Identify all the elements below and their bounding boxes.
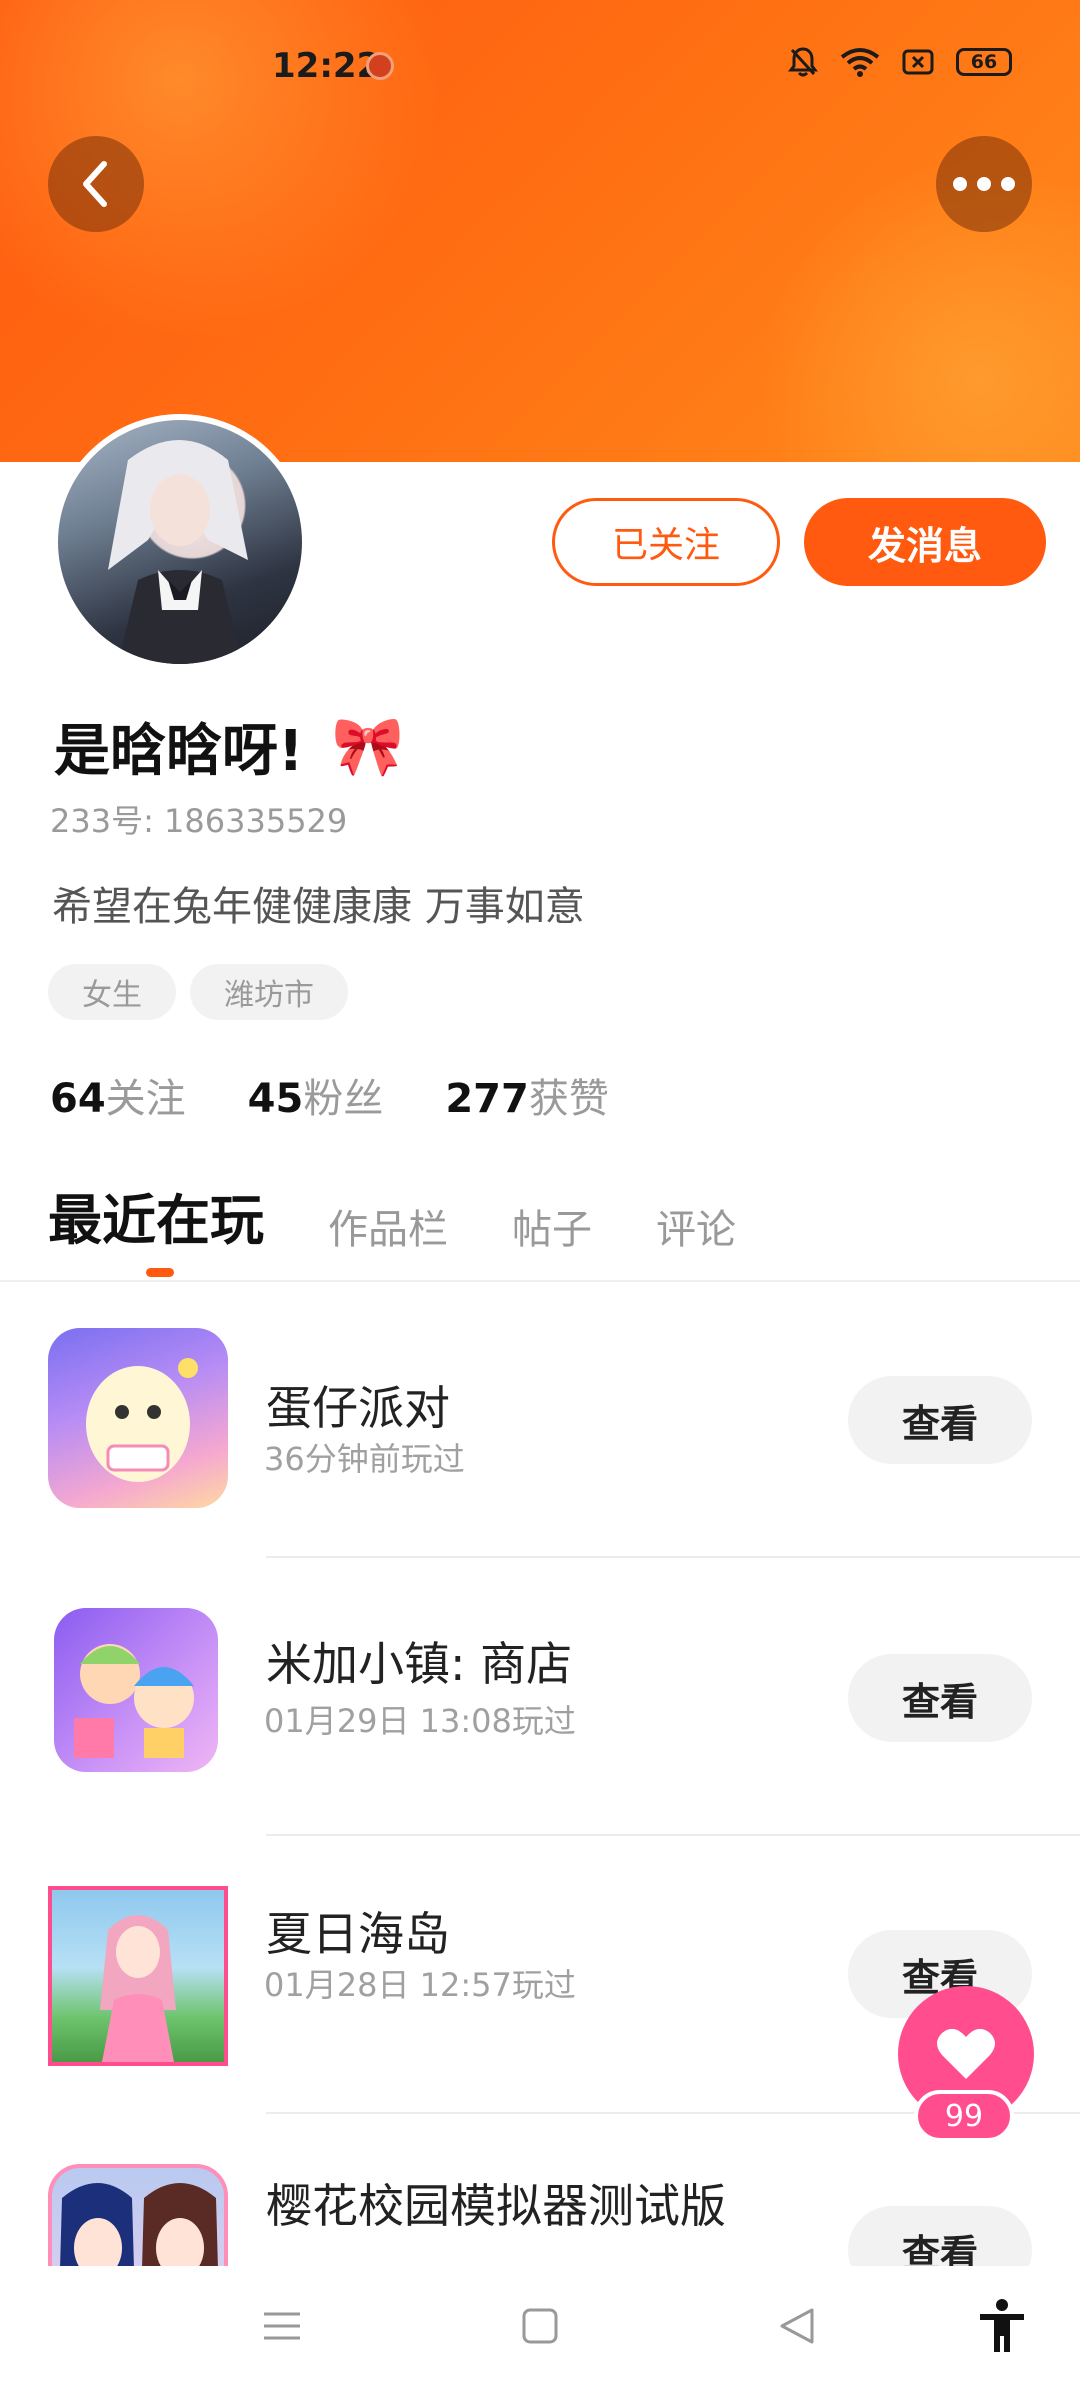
list-item[interactable]: 米加小镇: 商店 01月29日 13:08玩过 查看: [0, 1558, 1080, 1836]
username-text: 是晗晗呀!: [54, 719, 304, 784]
profile-stats: 64关注 45粉丝 277获赞: [50, 1066, 609, 1124]
tab-posts[interactable]: 帖子: [512, 1197, 592, 1255]
system-nav-bar: [0, 2266, 1080, 2400]
game-last-played: 01月28日 12:57玩过: [264, 1966, 576, 2004]
avatar-image: [58, 420, 302, 664]
game-icon: [48, 1886, 228, 2066]
tab-comments[interactable]: 评论: [656, 1197, 736, 1255]
view-button[interactable]: 查看: [848, 1654, 1032, 1742]
menu-icon[interactable]: [262, 2306, 302, 2346]
bow-emoji: 🎀: [331, 712, 404, 780]
sim-disabled-icon: [902, 49, 934, 75]
square-icon[interactable]: [520, 2306, 560, 2346]
chevron-left-icon: [83, 161, 107, 207]
back-button[interactable]: [48, 136, 144, 232]
stat-likes-label: 获赞: [528, 1076, 609, 1122]
stat-fans-count: 45: [247, 1076, 304, 1122]
tab-works[interactable]: 作品栏: [328, 1197, 448, 1255]
game-title: 夏日海岛: [266, 1907, 450, 1961]
user-id: 233号: 186335529: [50, 802, 348, 840]
game-icon: [48, 2164, 228, 2266]
followed-button[interactable]: 已关注: [552, 498, 780, 586]
view-button[interactable]: 查看: [848, 1376, 1032, 1464]
game-icon: [48, 1328, 228, 1508]
game-title: 米加小镇: 商店: [266, 1637, 573, 1691]
game-title: 樱花校园模拟器测试版: [266, 2179, 726, 2233]
game-title: 蛋仔派对: [266, 1381, 450, 1435]
avatar[interactable]: [52, 414, 308, 670]
heart-icon: [937, 2028, 995, 2079]
game-last-played: 01月29日 13:08玩过: [264, 1702, 576, 1740]
bell-muted-icon: [788, 47, 818, 77]
tag-city: 潍坊市: [190, 964, 348, 1020]
profile-tabs: 最近在玩 作品栏 帖子 评论: [48, 1176, 736, 1255]
user-bio: 希望在兔年健健康康 万事如意: [52, 884, 585, 930]
view-button[interactable]: 查看: [848, 2206, 1032, 2266]
battery-indicator: 66: [956, 48, 1012, 76]
notification-app-icon: [366, 52, 394, 80]
status-time: 12:22: [272, 46, 381, 86]
send-message-button[interactable]: 发消息: [804, 498, 1046, 586]
profile-tags: 女生 潍坊市: [48, 964, 348, 1020]
active-tab-indicator: [146, 1268, 174, 1277]
more-horizontal-icon: [953, 177, 1015, 191]
list-item[interactable]: 樱花校园模拟器测试版 查看: [0, 2114, 1080, 2266]
stat-fans[interactable]: 45粉丝: [248, 1066, 384, 1124]
game-icon: [54, 1608, 218, 1772]
accessibility-icon[interactable]: [978, 2298, 1026, 2354]
tab-recently-played[interactable]: 最近在玩: [48, 1176, 264, 1255]
stat-likes-count: 277: [445, 1076, 529, 1122]
more-button[interactable]: [936, 136, 1032, 232]
wifi-icon: [840, 48, 880, 77]
list-item[interactable]: 蛋仔派对 36分钟前玩过 查看: [0, 1282, 1080, 1560]
stat-likes[interactable]: 277获赞: [445, 1066, 609, 1124]
game-last-played: 36分钟前玩过: [264, 1440, 465, 1478]
stat-fans-label: 粉丝: [303, 1076, 384, 1122]
status-icons: 66: [788, 46, 1012, 78]
username: 是晗晗呀! 🎀: [54, 706, 404, 787]
triangle-back-icon[interactable]: [776, 2306, 816, 2346]
stat-following-count: 64: [50, 1076, 106, 1122]
stat-following-label: 关注: [105, 1076, 186, 1122]
stat-following[interactable]: 64关注: [50, 1066, 186, 1124]
tag-gender: 女生: [48, 964, 176, 1020]
like-count-badge: 99: [914, 2090, 1014, 2142]
